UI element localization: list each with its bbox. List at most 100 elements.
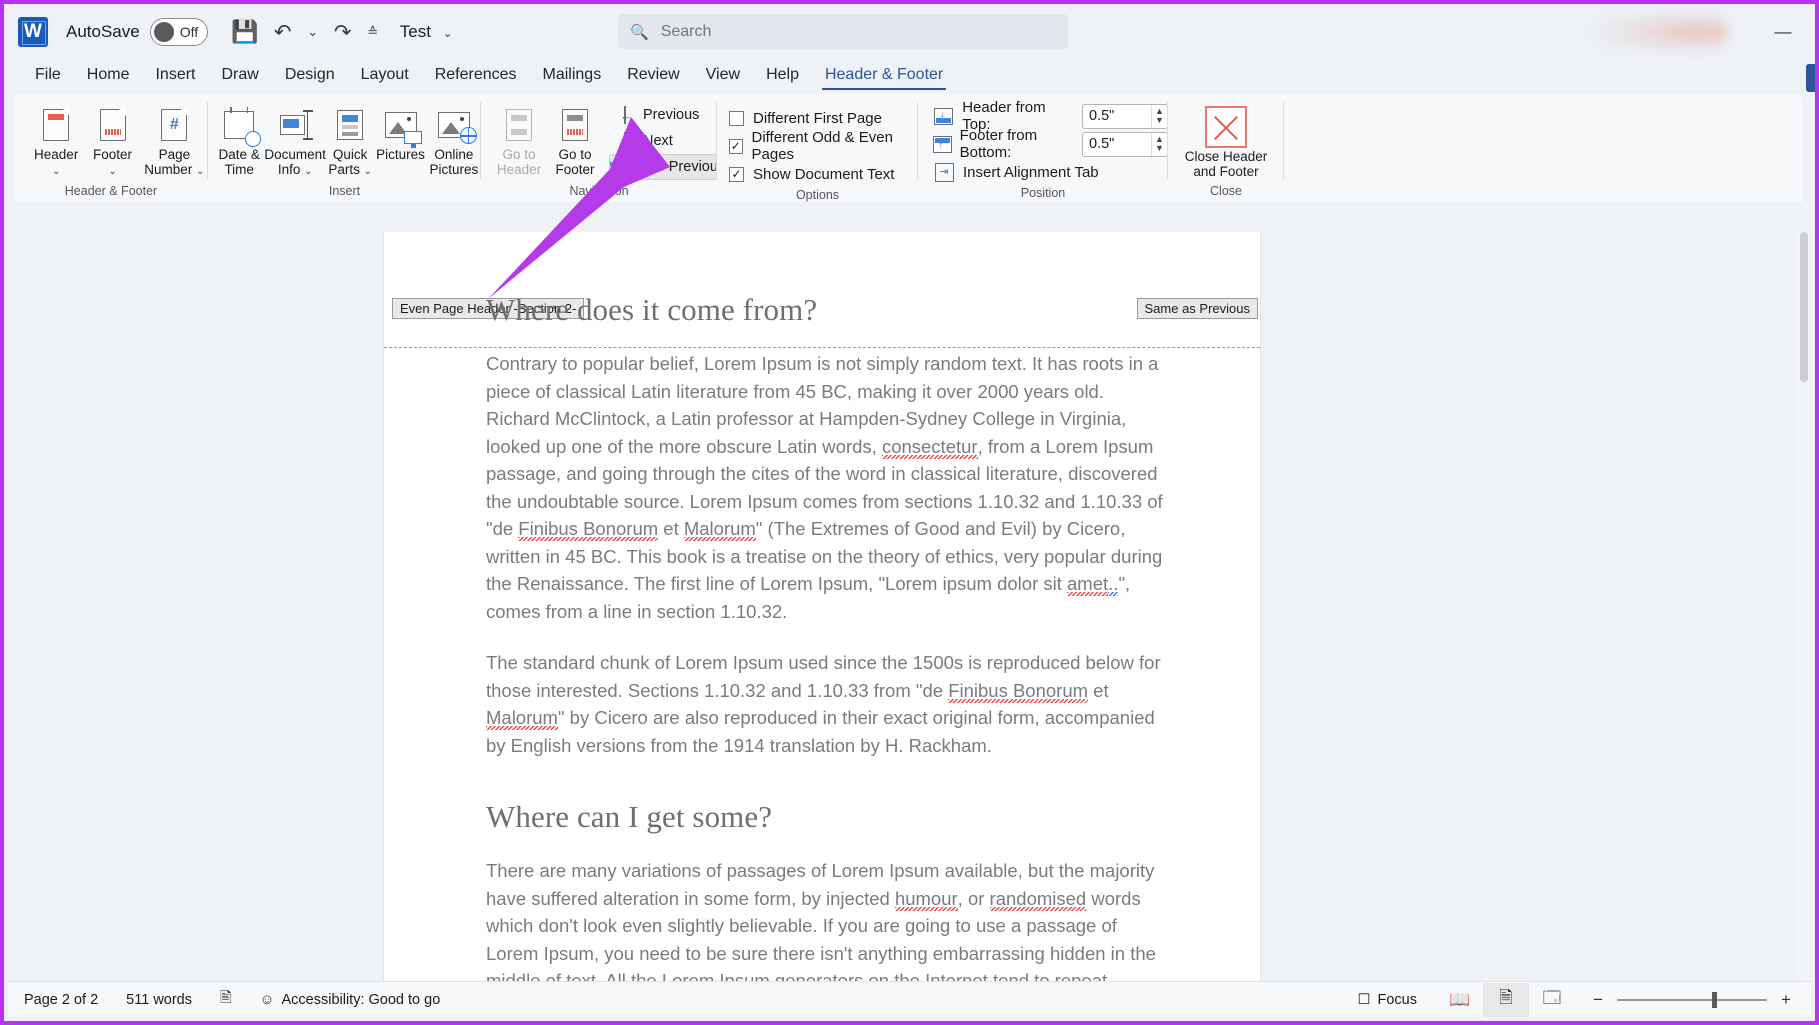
- tab-mailings[interactable]: Mailings: [530, 66, 615, 90]
- right-edge-panel-handle[interactable]: [1806, 64, 1815, 92]
- quick-parts-label-1: Quick: [333, 147, 368, 162]
- header-button[interactable]: Header ⌄: [28, 100, 84, 179]
- header-from-top-stepper[interactable]: 0.5" ▲▼: [1082, 104, 1168, 129]
- accessibility-status[interactable]: ☺ Accessibility: Good to go: [260, 992, 441, 1008]
- account-avatar-blurred: [1584, 10, 1729, 54]
- go-to-footer-button[interactable]: Go to Footer: [547, 100, 603, 177]
- ribbon-group-options: Different First Page ✓ Different Odd & E…: [717, 94, 918, 202]
- accessibility-icon: ☺: [260, 992, 275, 1008]
- go-to-header-label-1: Go to: [502, 147, 535, 162]
- next-button[interactable]: → Next: [609, 128, 717, 154]
- minimize-button[interactable]: —: [1771, 22, 1795, 42]
- quick-parts-button[interactable]: Quick Parts ⌄: [326, 100, 374, 179]
- word-count[interactable]: 511 words: [126, 992, 192, 1008]
- checkbox-different-first-page[interactable]: Different First Page: [729, 104, 882, 132]
- customize-quick-access-icon[interactable]: ≙: [362, 13, 384, 51]
- word-window: W AutoSave Off 💾 ↶ ⌄ ↷ ≙ Test ⌄ 🔍 — File…: [0, 0, 1819, 1025]
- redo-icon[interactable]: ↷: [324, 13, 362, 51]
- go-to-header-button[interactable]: Go to Header: [491, 100, 547, 177]
- chevron-down-icon[interactable]: ⌄: [52, 166, 60, 177]
- go-to-footer-label-1: Go to: [558, 147, 591, 162]
- link-to-previous-button[interactable]: ⇤ Link to Previous: [609, 154, 717, 180]
- zoom-slider[interactable]: − +: [1587, 990, 1797, 1010]
- tab-view[interactable]: View: [693, 66, 753, 90]
- autosave-toggle[interactable]: Off: [150, 18, 208, 46]
- document-canvas[interactable]: Even Page Header -Section 2- Same as Pre…: [8, 232, 1811, 981]
- chevron-down-icon[interactable]: ⌄: [364, 166, 372, 177]
- word-app-icon: W: [18, 17, 48, 47]
- previous-button[interactable]: ← Previous: [609, 102, 717, 128]
- search-box[interactable]: 🔍: [618, 14, 1068, 49]
- ribbon-group-insert: Date & Time Document Info ⌄ Quick: [208, 94, 481, 202]
- ribbon-group-close: Close Header and Footer Close: [1168, 94, 1284, 202]
- undo-dropdown-chevron-icon[interactable]: ⌄: [302, 13, 324, 51]
- previous-button-label: Previous: [643, 107, 699, 123]
- stepper-arrows[interactable]: ▲▼: [1151, 133, 1167, 156]
- scrollbar-thumb[interactable]: [1800, 232, 1808, 382]
- tab-file[interactable]: File: [22, 66, 74, 90]
- tab-header-and-footer[interactable]: Header & Footer: [812, 66, 956, 90]
- insert-alignment-tab-button[interactable]: ⇥ Insert Alignment Tab: [932, 158, 1099, 186]
- chevron-down-icon[interactable]: ⌄: [196, 166, 204, 177]
- insert-alignment-tab-label: Insert Alignment Tab: [963, 164, 1099, 181]
- date-time-icon: [224, 104, 254, 146]
- date-and-time-button[interactable]: Date & Time: [214, 100, 264, 177]
- web-layout-button[interactable]: 🗔: [1529, 983, 1575, 1017]
- status-bar: Page 2 of 2 511 words 🖹 ☺ Accessibility:…: [8, 981, 1811, 1017]
- checkbox-show-document-text[interactable]: ✓ Show Document Text: [729, 160, 894, 188]
- proofing-errors-icon[interactable]: 🖹: [220, 987, 232, 1012]
- zoom-track[interactable]: [1617, 999, 1767, 1001]
- header-icon: [43, 104, 69, 146]
- undo-icon[interactable]: ↶: [264, 13, 302, 51]
- tab-home[interactable]: Home: [74, 66, 143, 90]
- read-mode-button[interactable]: 📖: [1437, 983, 1483, 1017]
- checkbox-different-odd-and-even-pages[interactable]: ✓ Different Odd & Even Pages: [729, 132, 918, 160]
- footer-from-bottom-stepper[interactable]: 0.5" ▲▼: [1082, 132, 1168, 157]
- footer-icon: [100, 104, 126, 146]
- tab-layout[interactable]: Layout: [348, 66, 422, 90]
- document-text[interactable]: Where does it come from? Contrary to pop…: [486, 292, 1166, 981]
- print-layout-button[interactable]: 🗎: [1483, 983, 1529, 1017]
- checkbox-label: Different First Page: [753, 110, 882, 127]
- heading-where-can-i-get-some: Where can I get some?: [486, 799, 1166, 835]
- close-header-and-footer-button[interactable]: Close Header and Footer: [1174, 102, 1278, 179]
- tab-review[interactable]: Review: [614, 66, 692, 90]
- online-pictures-label-2: Pictures: [429, 162, 478, 177]
- page-number-button[interactable]: # Page Number ⌄: [141, 100, 208, 179]
- heading-where-does-it-come-from: Where does it come from?: [486, 292, 1166, 328]
- document-name-button[interactable]: Test ⌄: [400, 22, 453, 42]
- document-page[interactable]: Even Page Header -Section 2- Same as Pre…: [384, 232, 1260, 981]
- tab-references[interactable]: References: [422, 66, 530, 90]
- go-to-header-label-2: Header: [497, 162, 541, 177]
- status-bar-right: ☐ Focus 📖 🗎 🗔 − +: [1358, 983, 1812, 1017]
- page-indicator[interactable]: Page 2 of 2: [24, 992, 98, 1008]
- ribbon-group-position: ↓ Header from Top: 0.5" ▲▼ ↑ Footer from…: [918, 94, 1168, 202]
- ribbon-group-navigation: Go to Header Go to Footer: [481, 94, 717, 202]
- tab-insert[interactable]: Insert: [142, 66, 208, 90]
- header-from-top-value[interactable]: 0.5": [1089, 108, 1151, 124]
- online-pictures-button[interactable]: Online Pictures: [427, 100, 481, 177]
- stepper-arrows[interactable]: ▲▼: [1151, 105, 1167, 128]
- chevron-down-icon[interactable]: ⌄: [108, 166, 116, 177]
- footer-from-bottom-value[interactable]: 0.5": [1089, 136, 1151, 152]
- zoom-in-button[interactable]: +: [1775, 990, 1797, 1010]
- tab-design[interactable]: Design: [272, 66, 348, 90]
- go-to-footer-label-2: Footer: [555, 162, 594, 177]
- search-input[interactable]: [661, 23, 1056, 41]
- tab-draw[interactable]: Draw: [208, 66, 271, 90]
- focus-mode-button[interactable]: ☐ Focus: [1358, 992, 1418, 1008]
- vertical-scrollbar[interactable]: [1797, 232, 1811, 981]
- tab-help[interactable]: Help: [753, 66, 812, 90]
- pictures-button[interactable]: Pictures: [374, 100, 426, 162]
- document-info-button[interactable]: Document Info ⌄: [264, 100, 326, 179]
- document-info-label-1: Document: [264, 147, 326, 162]
- zoom-thumb[interactable]: [1712, 992, 1717, 1008]
- accessibility-label: Accessibility: Good to go: [281, 992, 440, 1008]
- chevron-down-icon[interactable]: ⌄: [304, 166, 312, 177]
- close-x-icon: [1205, 106, 1247, 148]
- date-time-label-1: Date &: [219, 147, 260, 162]
- save-icon[interactable]: 💾: [226, 13, 264, 51]
- footer-button[interactable]: Footer ⌄: [84, 100, 140, 179]
- zoom-out-button[interactable]: −: [1587, 990, 1609, 1010]
- online-pictures-label-1: Online: [434, 147, 473, 162]
